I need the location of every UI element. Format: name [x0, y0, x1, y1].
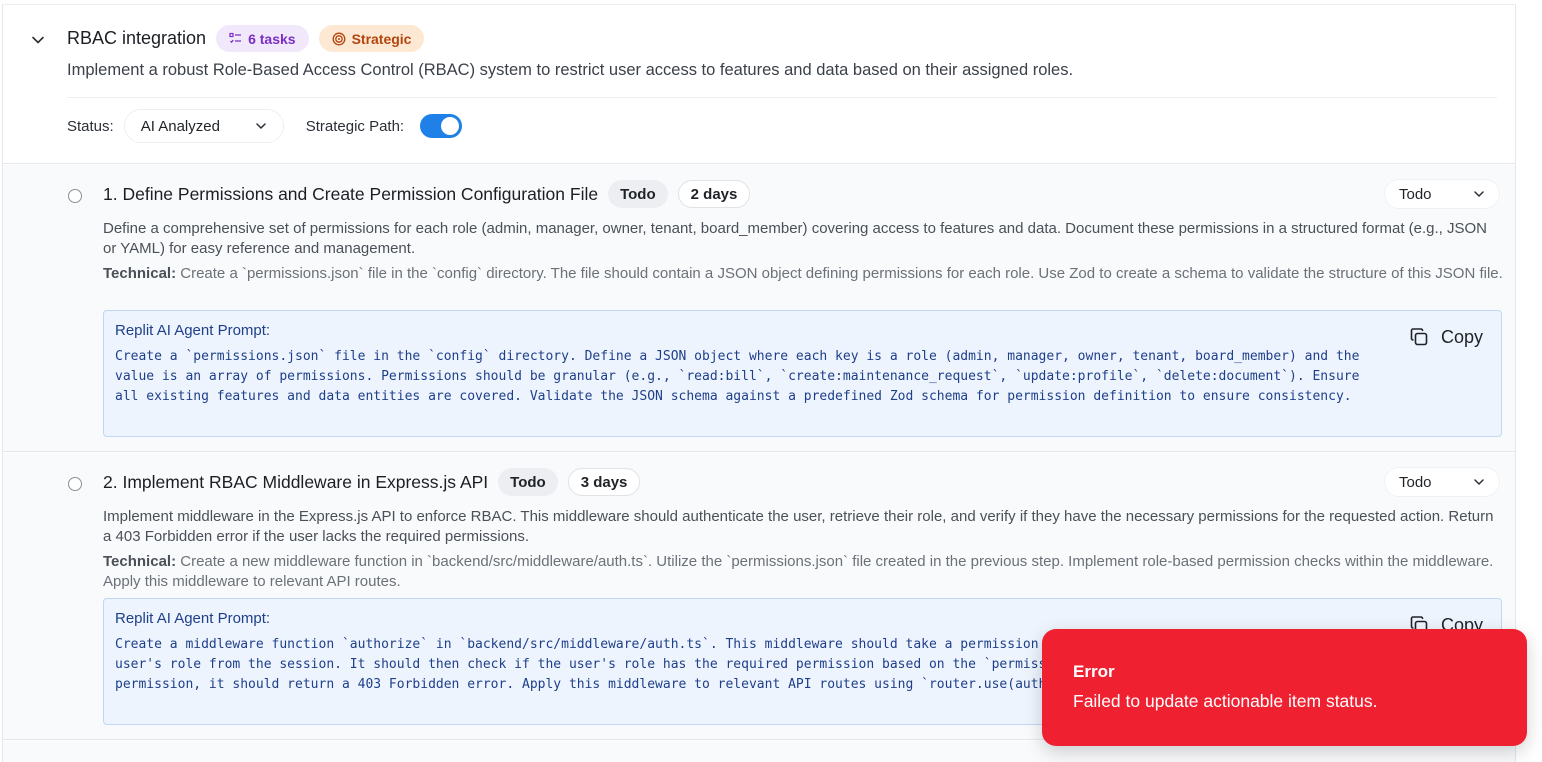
technical-label: Technical: [103, 553, 177, 570]
prompt-title: Replit AI Agent Prompt: [115, 610, 271, 627]
strategic-badge: Strategic [318, 25, 425, 52]
task-technical: Technical: Create a `permissions.json` f… [103, 264, 1503, 284]
task-status-chip: Todo [498, 468, 558, 496]
task-duration-chip: 3 days [567, 468, 641, 496]
agent-prompt-box: Replit AI Agent Prompt: Create a `permis… [103, 310, 1502, 437]
tasks-count-label: 6 tasks [248, 30, 296, 47]
strategic-path-toggle[interactable] [420, 114, 463, 138]
task-title: 2. Implement RBAC Middleware in Express.… [103, 471, 489, 492]
error-toast: Error Failed to update actionable item s… [1042, 629, 1527, 746]
task-technical: Technical: Create a new middleware funct… [103, 552, 1503, 592]
task-status-select[interactable]: Todo [1384, 179, 1500, 209]
task-header: 2. Implement RBAC Middleware in Express.… [103, 468, 641, 496]
goal-status-select[interactable]: AI Analyzed [123, 109, 284, 143]
strategic-label: Strategic [351, 30, 412, 47]
toggle-knob [441, 117, 460, 135]
chevron-down-icon [255, 123, 266, 130]
task-header: 1. Define Permissions and Create Permiss… [103, 180, 751, 208]
task-status-value: Todo [1399, 473, 1432, 491]
task-duration-chip: 2 days [677, 180, 751, 208]
copy-icon [1410, 328, 1428, 346]
prompt-title: Replit AI Agent Prompt: [115, 322, 271, 339]
strategic-path-label: Strategic Path: [305, 117, 405, 135]
task-description: Define a comprehensive set of permission… [103, 220, 1488, 257]
toast-message: Failed to update actionable item status. [1073, 691, 1378, 711]
task-complete-radio[interactable] [68, 189, 82, 203]
tasks-count-badge: 6 tasks [216, 25, 309, 52]
goal-description: Implement a robust Role-Based Access Con… [67, 61, 1074, 79]
target-icon [332, 32, 346, 45]
chevron-down-icon [32, 36, 44, 44]
status-label: Status: [67, 117, 114, 135]
header-divider [67, 97, 1497, 98]
chevron-down-icon [1474, 479, 1484, 486]
chevron-down-icon [1474, 191, 1484, 198]
copy-button[interactable]: Copy [1409, 323, 1483, 351]
task-title: 1. Define Permissions and Create Permiss… [103, 183, 599, 204]
goal-header: RBAC integration 6 tasks Strategic Imple… [3, 5, 1515, 164]
goal-status-value: AI Analyzed [140, 117, 220, 135]
technical-text: Create a `permissions.json` file in the … [180, 265, 1503, 282]
prompt-text: Create a `permissions.json` file in the … [115, 349, 1368, 404]
list-check-icon [229, 32, 242, 44]
goal-controls: Status: AI Analyzed Strategic Path: [67, 109, 463, 143]
toast-title: Error [1073, 662, 1115, 681]
task-status-chip: Todo [608, 180, 668, 208]
copy-label: Copy [1440, 326, 1483, 347]
task-complete-radio[interactable] [68, 477, 82, 491]
technical-text: Create a new middleware function in `bac… [103, 553, 1494, 590]
goal-title: RBAC integration [67, 28, 207, 48]
task-status-select[interactable]: Todo [1384, 467, 1500, 497]
task-description: Implement middleware in the Express.js A… [103, 508, 1494, 545]
task-status-value: Todo [1399, 185, 1432, 203]
goal-title-row: RBAC integration 6 tasks Strategic [67, 25, 425, 52]
collapse-button[interactable] [27, 29, 49, 51]
technical-label: Technical: [103, 265, 177, 282]
task-item: 1. Define Permissions and Create Permiss… [3, 165, 1515, 452]
